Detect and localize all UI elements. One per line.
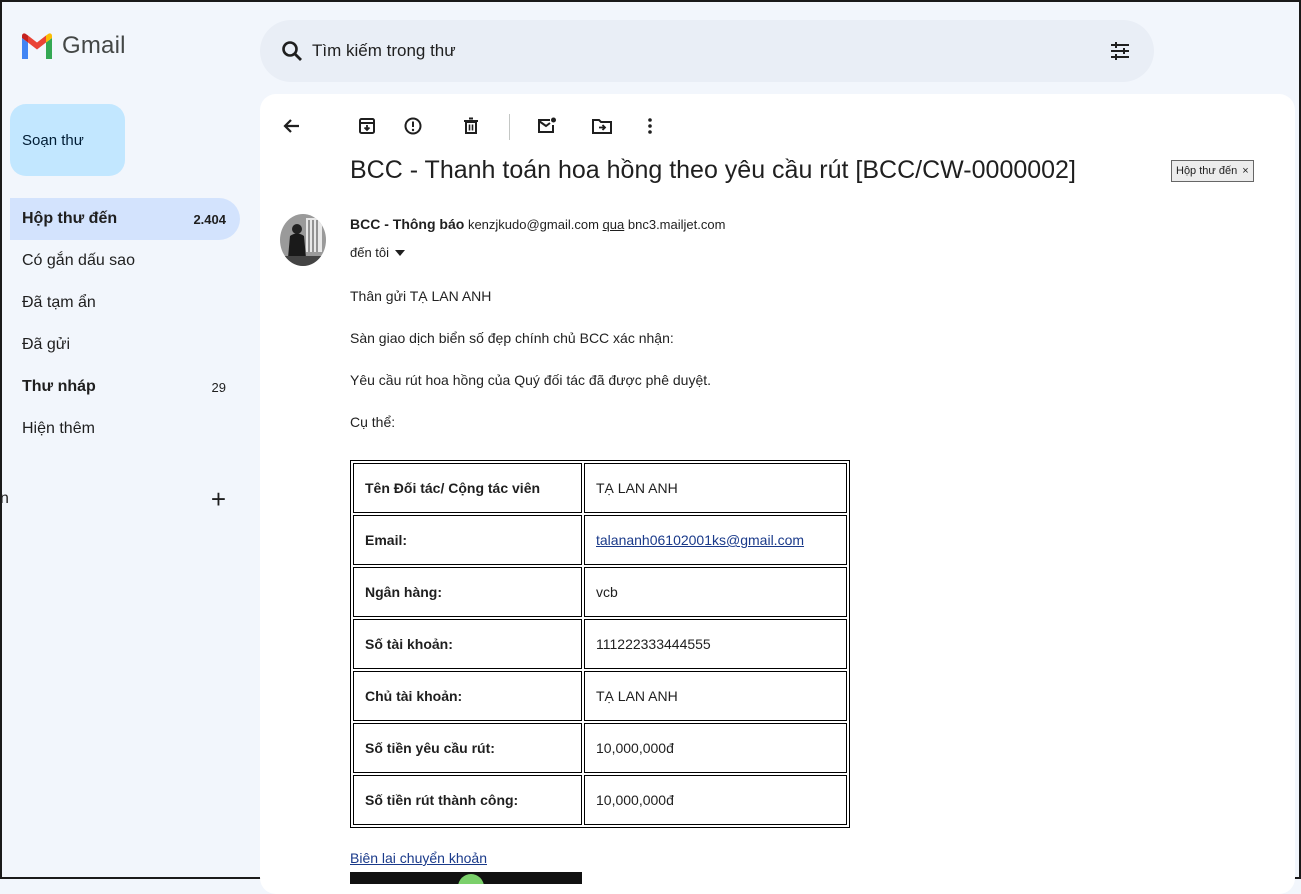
labels-heading: n bbox=[0, 490, 9, 507]
table-key: Email: bbox=[353, 515, 582, 565]
sidebar-item-label: Có gắn dấu sao bbox=[22, 252, 135, 269]
greeting-text: Thân gửi TẠ LAN ANH bbox=[350, 288, 492, 304]
move-to-icon[interactable] bbox=[590, 114, 614, 138]
sender-info: BCC - Thông báo kenzjkudo@gmail.com qua … bbox=[350, 216, 725, 232]
receipt-image-check-icon bbox=[458, 874, 484, 884]
toolbar-divider bbox=[509, 114, 510, 140]
message-panel: BCC - Thanh toán hoa hồng theo yêu cầu r… bbox=[260, 94, 1295, 894]
table-key: Số tài khoản: bbox=[353, 619, 582, 669]
body-line: Cụ thể: bbox=[350, 414, 396, 430]
more-vert-icon[interactable] bbox=[638, 114, 662, 138]
table-row: Số tiền yêu cầu rút: 10,000,000đ bbox=[353, 723, 847, 773]
sidebar-item-inbox[interactable]: Hộp thư đến 2.404 bbox=[10, 198, 240, 240]
app-title: Gmail bbox=[62, 32, 126, 59]
sidebar-item-sent[interactable]: Đã gửi bbox=[10, 324, 240, 366]
table-row: Chủ tài khoản: TẠ LAN ANH bbox=[353, 671, 847, 721]
table-row: Email: talananh06102001ks@gmail.com bbox=[353, 515, 847, 565]
drafts-count: 29 bbox=[211, 379, 226, 395]
delete-icon[interactable] bbox=[459, 114, 483, 138]
table-row: Số tiền rút thành công: 10,000,000đ bbox=[353, 775, 847, 825]
search-input[interactable]: Tìm kiếm trong thư bbox=[312, 41, 456, 61]
back-arrow-icon[interactable] bbox=[280, 114, 304, 138]
labels-section: n + bbox=[0, 484, 240, 514]
table-key: Ngân hàng: bbox=[353, 567, 582, 617]
table-value: 10,000,000đ bbox=[584, 775, 847, 825]
table-value: 111222333444555 bbox=[584, 619, 847, 669]
archive-icon[interactable] bbox=[355, 114, 379, 138]
email-link[interactable]: talananh06102001ks@gmail.com bbox=[596, 532, 804, 548]
table-row: Tên Đối tác/ Cộng tác viên TẠ LAN ANH bbox=[353, 463, 847, 513]
sidebar-item-label: Hiện thêm bbox=[22, 420, 95, 437]
sidebar-item-starred[interactable]: Có gắn dấu sao bbox=[10, 240, 240, 282]
email-body: Thân gửi TẠ LAN ANH Sàn giao dịch biển s… bbox=[350, 288, 711, 456]
gmail-logo[interactable]: Gmail bbox=[20, 32, 126, 60]
sender-name[interactable]: BCC - Thông báo bbox=[350, 216, 464, 232]
sidebar-nav: Hộp thư đến 2.404 Có gắn dấu sao Đã tạm … bbox=[10, 198, 240, 450]
chevron-down-icon[interactable] bbox=[395, 249, 406, 257]
inbox-count: 2.404 bbox=[193, 211, 226, 227]
label-tag-text: Hộp thư đến bbox=[1176, 165, 1238, 177]
table-key: Số tiền rút thành công: bbox=[353, 775, 582, 825]
sender-avatar[interactable] bbox=[280, 214, 326, 266]
sender-email: kenzjkudo@gmail.com bbox=[467, 217, 599, 232]
sidebar-item-more[interactable]: Hiện thêm bbox=[10, 408, 240, 450]
body-line: Yêu cầu rút hoa hồng của Quý đối tác đã … bbox=[350, 372, 712, 388]
table-key: Tên Đối tác/ Cộng tác viên bbox=[353, 463, 582, 513]
sidebar-item-label: Đã gửi bbox=[22, 336, 71, 353]
search-bar[interactable]: Tìm kiếm trong thư bbox=[260, 20, 1154, 82]
filter-options-icon[interactable] bbox=[1108, 39, 1132, 63]
add-label-button[interactable]: + bbox=[211, 486, 226, 512]
sidebar-item-label: Đã tạm ẩn bbox=[22, 294, 96, 311]
body-line: Sàn giao dịch biển số đẹp chính chủ BCC … bbox=[350, 330, 674, 346]
recipient-details[interactable]: đến tôi bbox=[350, 245, 406, 260]
sidebar-item-label: Hộp thư đến bbox=[22, 210, 118, 227]
table-value: vcb bbox=[584, 567, 847, 617]
table-value: TẠ LAN ANH bbox=[584, 463, 847, 513]
sidebar-item-label: Thư nháp bbox=[22, 378, 96, 395]
mark-unread-icon[interactable] bbox=[535, 114, 559, 138]
message-toolbar bbox=[260, 108, 1295, 144]
gmail-m-icon bbox=[22, 33, 52, 59]
table-key: Số tiền yêu cầu rút: bbox=[353, 723, 582, 773]
table-value: talananh06102001ks@gmail.com bbox=[584, 515, 847, 565]
compose-label: Soạn thư bbox=[22, 131, 84, 149]
compose-button[interactable]: Soạn thư bbox=[10, 104, 125, 176]
recipient-text: đến tôi bbox=[350, 245, 390, 260]
sidebar-item-snoozed[interactable]: Đã tạm ẩn bbox=[10, 282, 240, 324]
email-subject: BCC - Thanh toán hoa hồng theo yêu cầu r… bbox=[350, 156, 1076, 184]
table-row: Ngân hàng: vcb bbox=[353, 567, 847, 617]
receipt-link[interactable]: Biên lai chuyển khoản bbox=[350, 850, 487, 866]
table-value: TẠ LAN ANH bbox=[584, 671, 847, 721]
label-tag-inbox[interactable]: Hộp thư đến × bbox=[1171, 160, 1254, 182]
table-key: Chủ tài khoản: bbox=[353, 671, 582, 721]
withdrawal-details-table: Tên Đối tác/ Cộng tác viên TẠ LAN ANH Em… bbox=[350, 460, 850, 828]
receipt-image[interactable] bbox=[350, 872, 582, 884]
via-domain: bnc3.mailjet.com bbox=[627, 217, 726, 232]
table-row: Số tài khoản: 111222333444555 bbox=[353, 619, 847, 669]
report-spam-icon[interactable] bbox=[401, 114, 425, 138]
table-value: 10,000,000đ bbox=[584, 723, 847, 773]
sidebar-item-drafts[interactable]: Thư nháp 29 bbox=[10, 366, 240, 408]
search-icon[interactable] bbox=[280, 39, 304, 63]
via-link[interactable]: qua bbox=[603, 217, 625, 232]
remove-label-button[interactable]: × bbox=[1242, 165, 1248, 177]
